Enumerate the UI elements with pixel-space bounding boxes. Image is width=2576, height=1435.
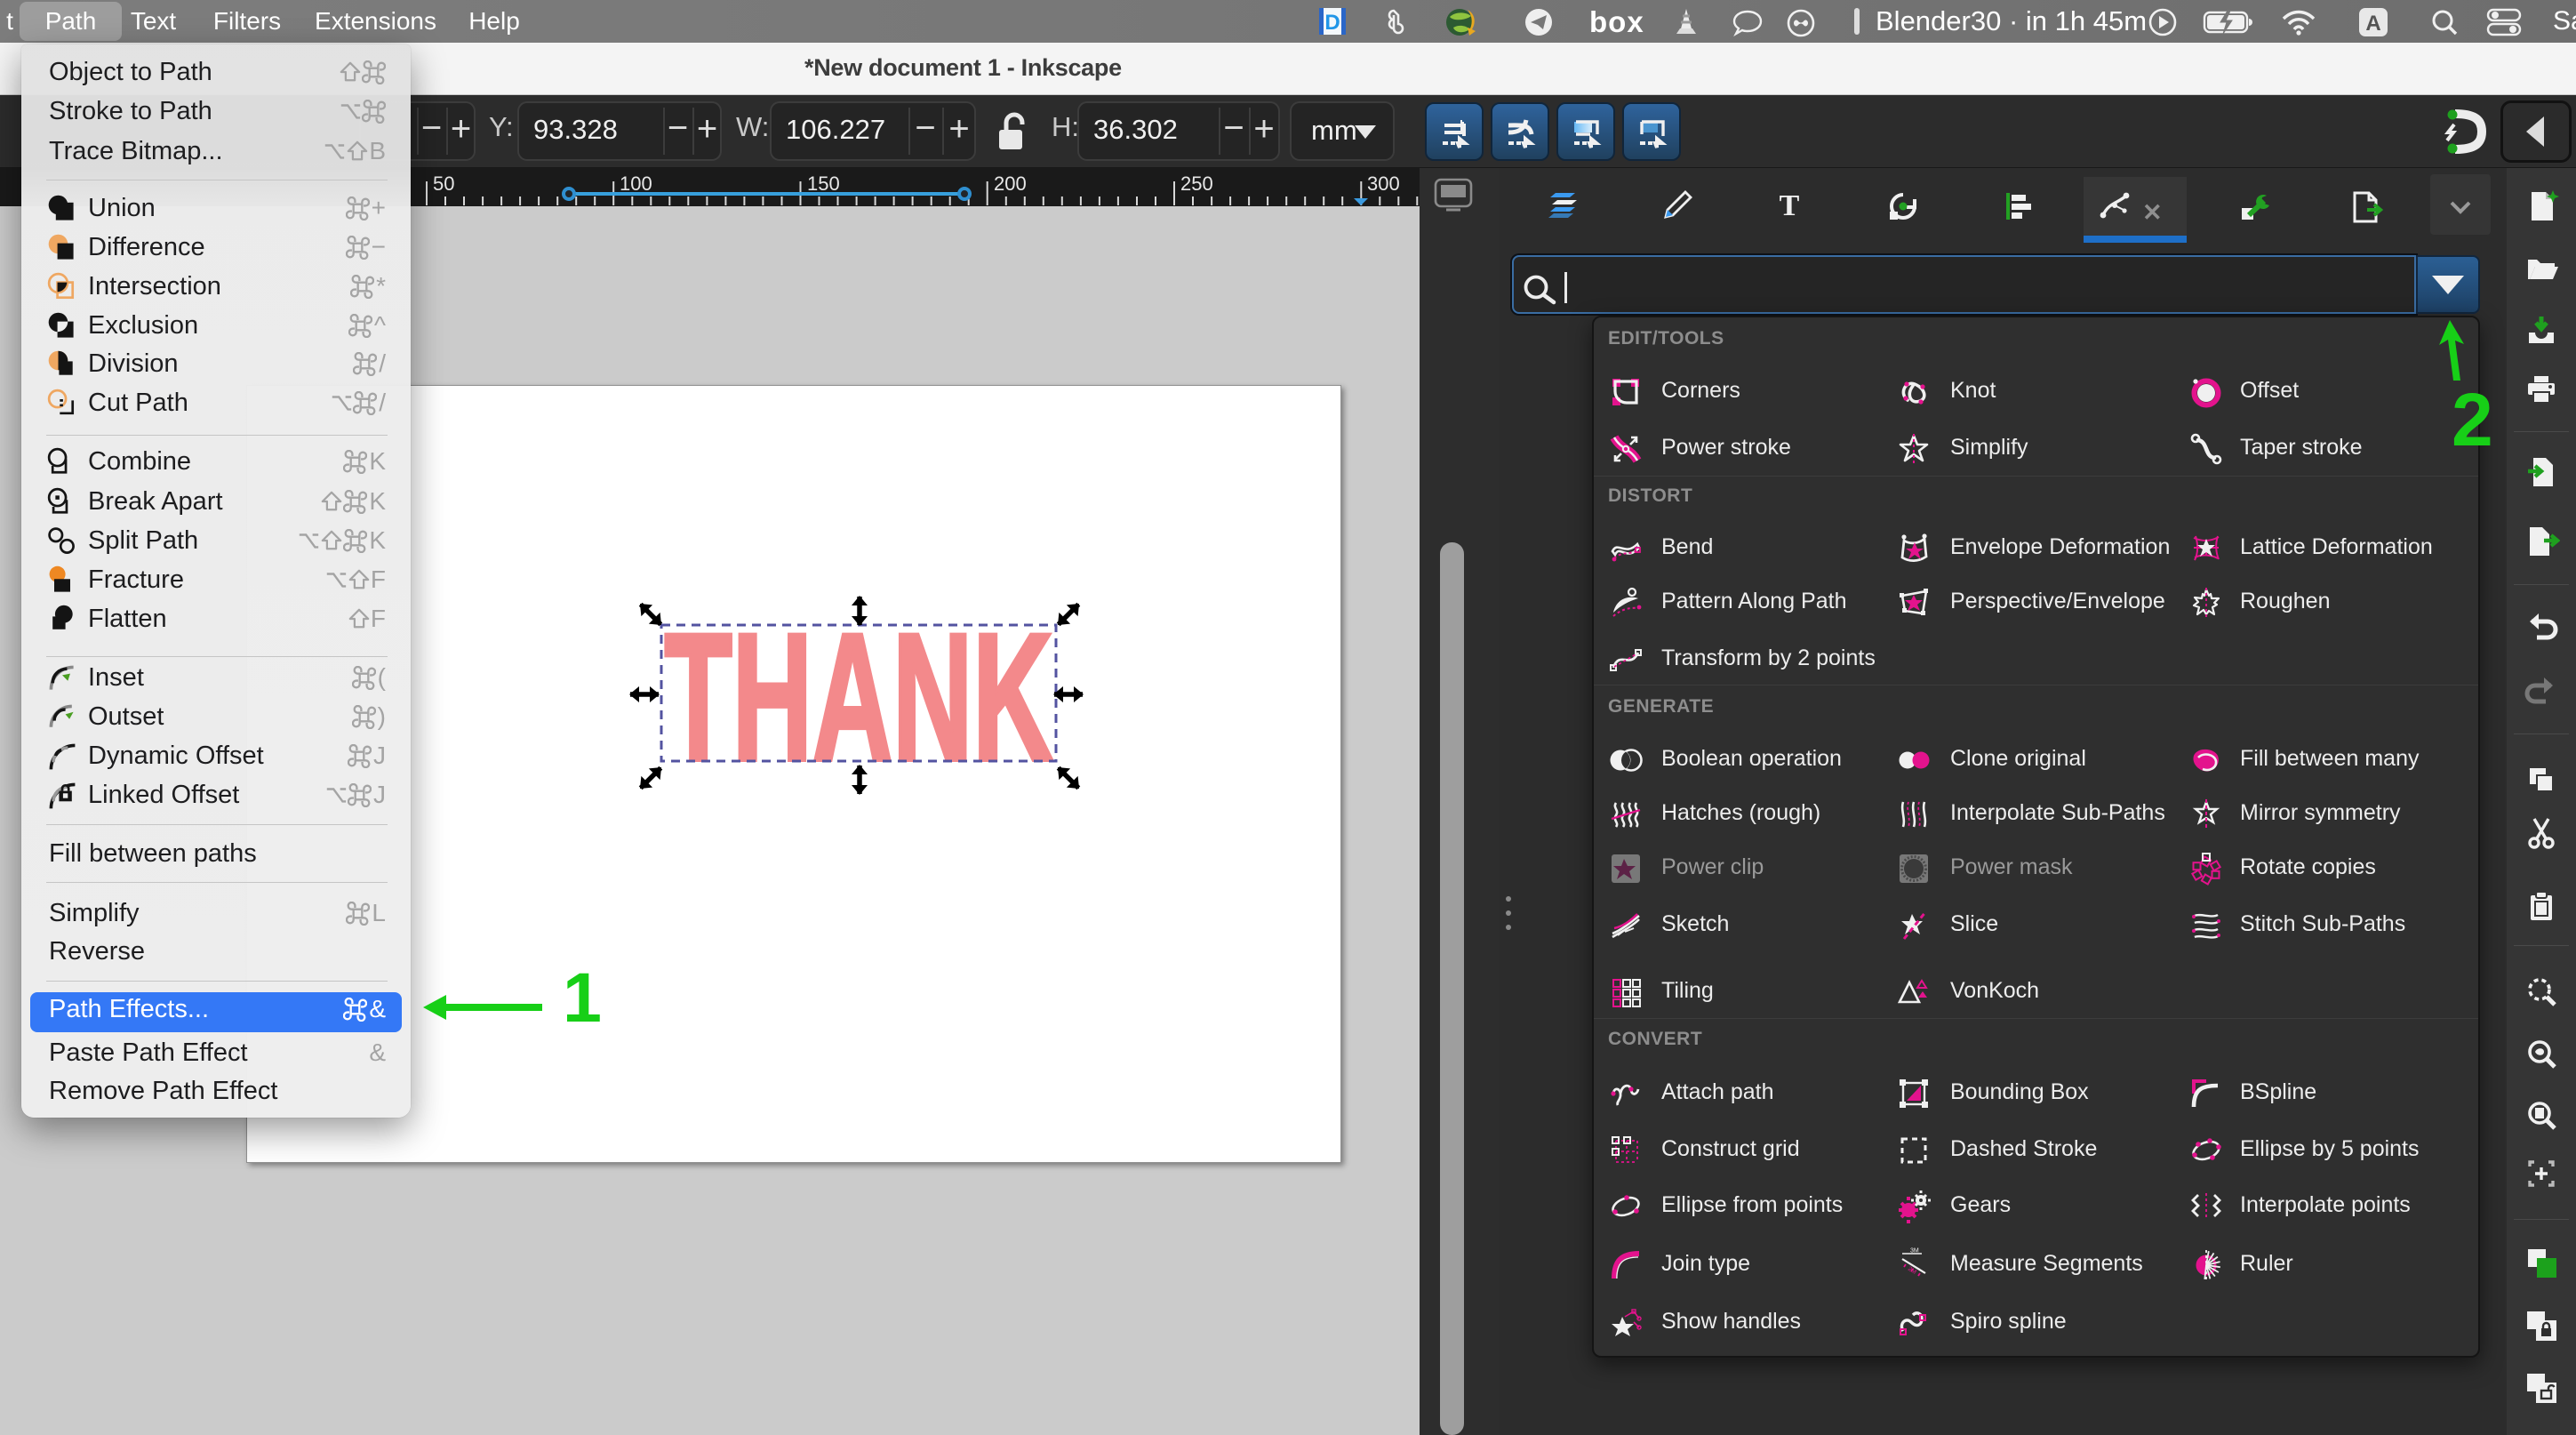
svg-text:T: T [1780,189,1800,222]
svg-text:200: 200 [994,172,1027,195]
svg-text:3M: 3M [1910,1248,1919,1255]
svg-text:300: 300 [1367,172,1400,195]
svg-text:50: 50 [433,172,454,195]
svg-text:D: D [1324,11,1340,35]
svg-text:A: A [2365,12,2380,36]
svg-text:150: 150 [807,172,840,195]
svg-text:250: 250 [1180,172,1213,195]
svg-text:100: 100 [620,172,652,195]
